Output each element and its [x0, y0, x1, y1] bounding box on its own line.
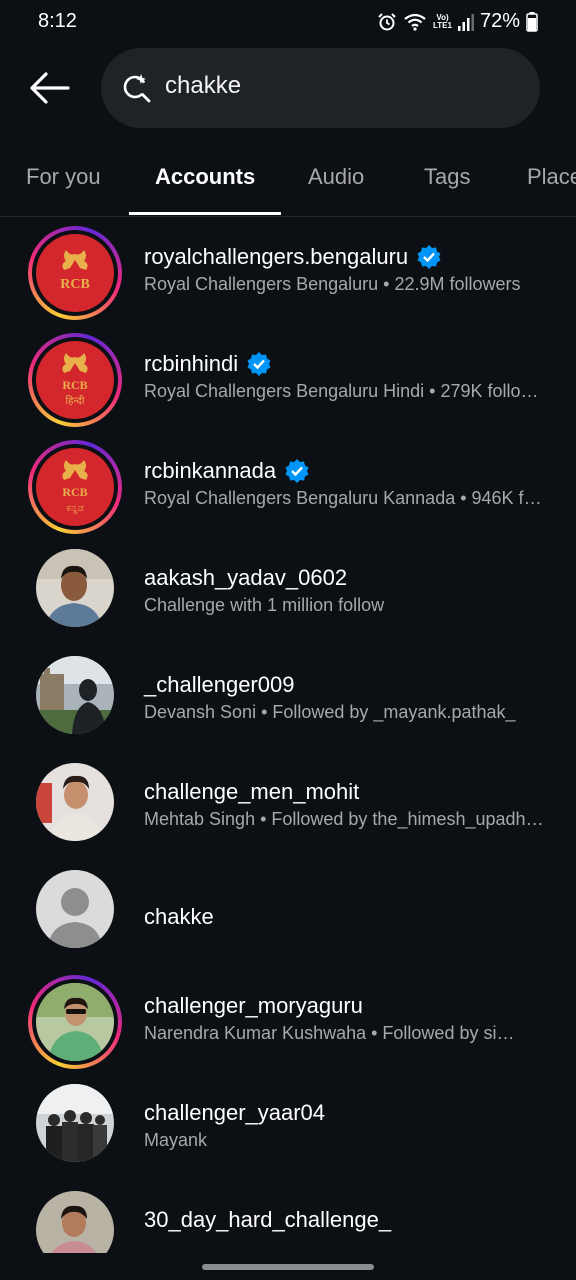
- tab-tags[interactable]: Tags: [424, 164, 470, 190]
- profile-photo-icon: [36, 1191, 114, 1253]
- avatar[interactable]: [36, 870, 114, 948]
- story-ring-gap: RCB ಕನ್ನಡ: [32, 444, 118, 530]
- avatar[interactable]: [36, 1084, 114, 1162]
- arrow-left-icon: [30, 72, 70, 104]
- username: royalchallengers.bengaluru: [144, 244, 442, 270]
- default-avatar-icon: [36, 870, 114, 948]
- verified-badge-icon: [247, 352, 271, 376]
- username: rcbinhindi: [144, 351, 272, 377]
- back-button[interactable]: [26, 68, 74, 108]
- profile-photo-icon: [36, 763, 114, 841]
- rcb-logo-icon: RCB ಕನ್ನಡ: [62, 460, 88, 514]
- tab-accounts[interactable]: Accounts: [155, 164, 255, 190]
- account-row[interactable]: 30_day_hard_challenge_: [0, 1181, 576, 1253]
- status-bar: 8:12 Vo) LTE1 72%: [0, 0, 576, 42]
- alarm-icon: [378, 12, 396, 30]
- username: challenger_yaar04: [144, 1100, 325, 1126]
- rcb-logo-letters: RCB: [62, 485, 87, 499]
- profile-photo-icon: [36, 1084, 114, 1162]
- username: challenge_men_mohit: [144, 779, 359, 805]
- profile-photo-icon: [36, 549, 114, 627]
- account-subtitle: Mayank: [144, 1130, 208, 1150]
- battery-percent: 72%: [479, 10, 520, 32]
- lte-indicator: Vo) LTE1: [433, 13, 452, 30]
- avatar[interactable]: [36, 656, 114, 734]
- tab-for-you[interactable]: For you: [26, 164, 101, 190]
- username-text: challenger_yaar04: [144, 1100, 326, 1125]
- avatar[interactable]: RCB हिन्दी: [36, 341, 114, 419]
- username: _challenger009: [144, 672, 294, 698]
- rcb-logo-hindi: हिन्दी: [66, 395, 85, 407]
- avatar[interactable]: [36, 1191, 114, 1253]
- username: 30_day_hard_challenge_: [144, 1207, 391, 1233]
- account-row[interactable]: RCB ಕನ್ನಡ rcbinkannada Royal Challengers…: [0, 432, 576, 536]
- wifi-icon: [404, 13, 426, 31]
- username: rcbinkannada: [144, 458, 310, 484]
- account-subtitle: Royal Challengers Bengaluru Kannada • 94…: [144, 488, 548, 508]
- story-ring-gap: RCB: [32, 230, 118, 316]
- verified-badge-icon: [417, 245, 441, 269]
- username-text: rcbinhindi: [144, 351, 239, 376]
- tab-audio[interactable]: Audio: [308, 164, 364, 190]
- account-row[interactable]: _challenger009 Devansh Soni • Followed b…: [0, 646, 576, 750]
- home-indicator[interactable]: [202, 1264, 374, 1270]
- rcb-logo-letters: RCB: [62, 378, 87, 392]
- story-ring-gap: RCB हिन्दी: [32, 337, 118, 423]
- story-ring: RCB: [28, 226, 122, 320]
- verified-badge-icon: [285, 459, 309, 483]
- rcb-logo-icon: RCB: [60, 250, 90, 292]
- account-row[interactable]: RCB royalchallengers.bengaluru Royal Cha…: [0, 218, 576, 322]
- status-time: 8:12: [38, 10, 77, 32]
- story-ring-gap: [32, 979, 118, 1065]
- username-text: challenge_men_mohit: [144, 779, 360, 804]
- tab-places[interactable]: Places: [527, 164, 576, 190]
- account-row[interactable]: aakash_yadav_0602 Challenge with 1 milli…: [0, 539, 576, 643]
- account-subtitle: Mehtab Singh • Followed by the_himesh_up…: [144, 809, 548, 829]
- username-text: chakke: [144, 904, 214, 929]
- rcb-logo-icon: RCB हिन्दी: [62, 353, 88, 407]
- account-row[interactable]: chakke: [0, 860, 576, 964]
- username-text: 30_day_hard_challenge_: [144, 1207, 392, 1232]
- account-subtitle: Royal Challengers Bengaluru Hindi • 279K…: [144, 381, 548, 401]
- avatar[interactable]: RCB ಕನ್ನಡ: [36, 448, 114, 526]
- status-icons: Vo) LTE1 72%: [377, 10, 538, 33]
- account-subtitle: Devansh Soni • Followed by _mayank.patha…: [144, 702, 516, 722]
- profile-photo-icon: [36, 656, 114, 734]
- story-ring: RCB हिन्दी: [28, 333, 122, 427]
- account-row[interactable]: challenge_men_mohit Mehtab Singh • Follo…: [0, 753, 576, 857]
- search-tabs: For you Accounts Audio Tags Places: [0, 146, 576, 217]
- username: challenger_moryaguru: [144, 993, 363, 1019]
- battery-icon: [526, 11, 538, 32]
- username-text: aakash_yadav_0602: [144, 565, 348, 590]
- username-text: _challenger009: [144, 672, 295, 697]
- account-row[interactable]: challenger_yaar04 Mayank: [0, 1074, 576, 1178]
- story-ring: [28, 975, 122, 1069]
- active-tab-indicator: [129, 212, 281, 215]
- account-row[interactable]: challenger_moryaguru Narendra Kumar Kush…: [0, 967, 576, 1071]
- search-sparkle-icon: [123, 74, 151, 103]
- rcb-logo-kannada: ಕನ್ನಡ: [66, 503, 84, 514]
- search-input[interactable]: chakke: [101, 48, 540, 128]
- search-header: chakke: [0, 48, 576, 128]
- profile-photo-icon: [36, 983, 114, 1061]
- account-subtitle: Narendra Kumar Kushwaha • Followed by si…: [144, 1023, 515, 1043]
- account-subtitle: Royal Challengers Bengaluru • 22.9M foll…: [144, 274, 521, 294]
- signal-icon: [457, 13, 474, 31]
- account-subtitle: Challenge with 1 million follow: [144, 595, 385, 615]
- avatar[interactable]: RCB: [36, 234, 114, 312]
- lte-bottom-label: LTE1: [433, 20, 452, 30]
- search-query: chakke: [165, 72, 242, 99]
- avatar[interactable]: [36, 763, 114, 841]
- rcb-logo-letters: RCB: [60, 277, 90, 292]
- username-text: challenger_moryaguru: [144, 993, 363, 1018]
- account-row[interactable]: RCB हिन्दी rcbinhindi Royal Challengers …: [0, 325, 576, 429]
- username-text: rcbinkannada: [144, 458, 277, 483]
- avatar[interactable]: [36, 983, 114, 1061]
- avatar[interactable]: [36, 549, 114, 627]
- story-ring: RCB ಕನ್ನಡ: [28, 440, 122, 534]
- username: aakash_yadav_0602: [144, 565, 347, 591]
- username-text: royalchallengers.bengaluru: [144, 244, 409, 269]
- username: chakke: [144, 904, 214, 930]
